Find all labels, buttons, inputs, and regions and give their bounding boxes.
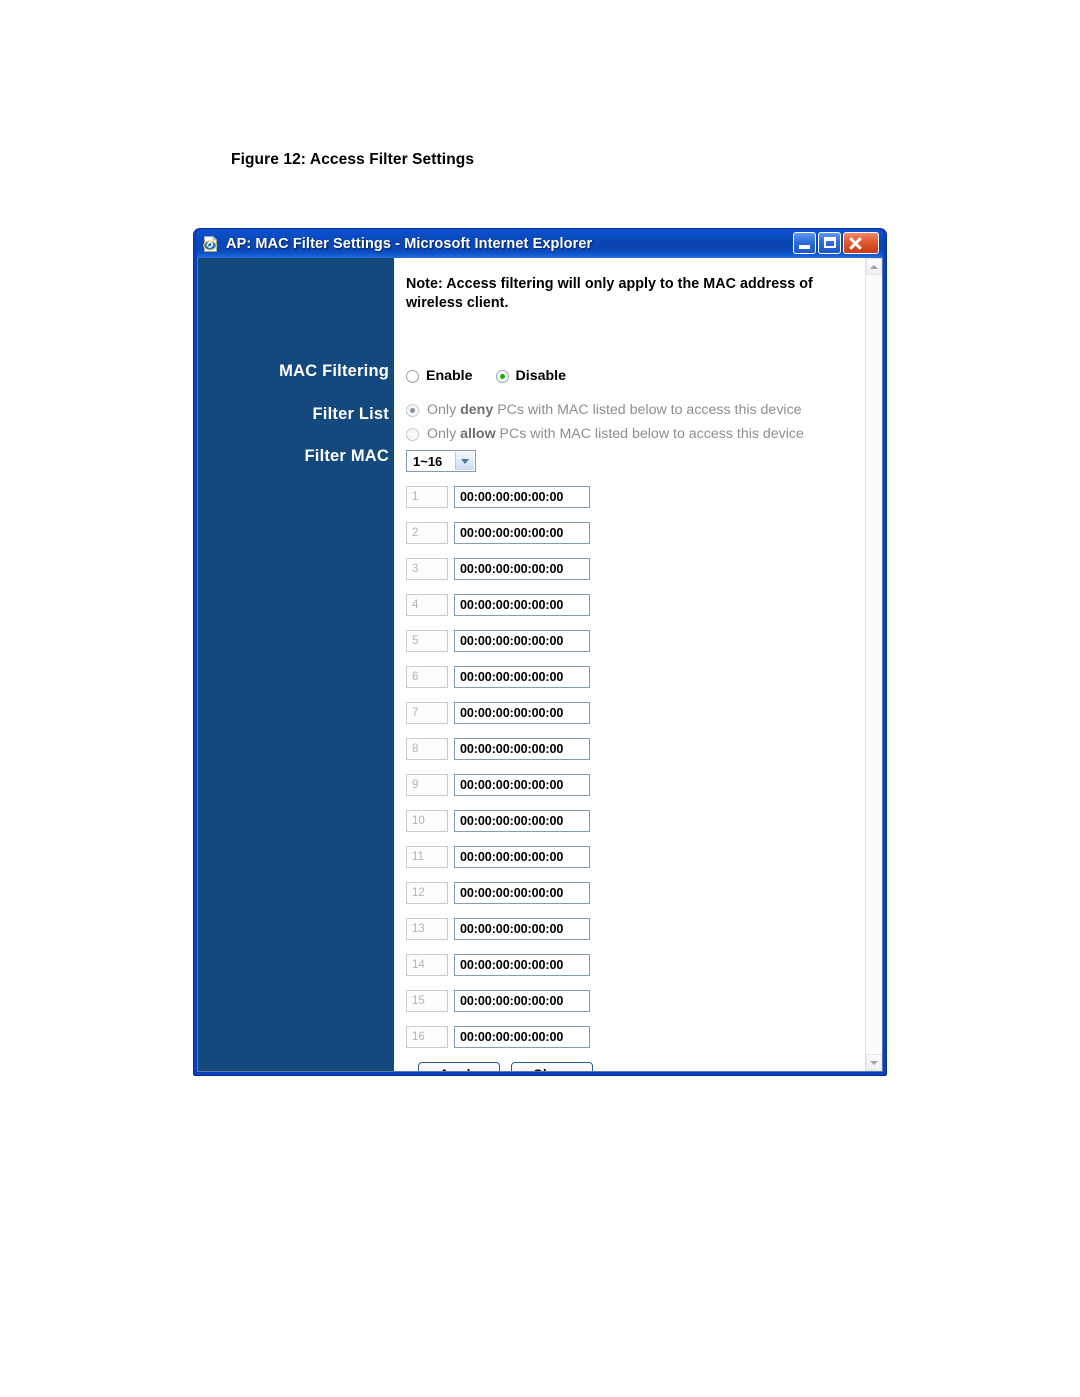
mac-entry-row: 9 00:00:00:00:00:00	[406, 774, 590, 796]
mac-entry-index: 2	[406, 522, 448, 544]
close-dialog-button[interactable]: Close	[511, 1062, 593, 1071]
figure-caption: Figure 12: Access Filter Settings	[231, 151, 475, 168]
mac-range-select[interactable]: 1~16	[406, 450, 476, 472]
mac-entry-row: 10 00:00:00:00:00:00	[406, 810, 590, 832]
sidebar-label-filter-list: Filter List	[312, 404, 389, 423]
sidebar-label-group: MAC Filtering Filter List Filter MAC	[198, 363, 394, 465]
filter-list-radio-group: Only deny PCs with MAC listed below to a…	[406, 403, 804, 451]
action-button-row: Apply Close	[418, 1062, 593, 1071]
mac-entry-row: 1 00:00:00:00:00:00	[406, 486, 590, 508]
mac-entry-row: 6 00:00:00:00:00:00	[406, 666, 590, 688]
mac-address-input[interactable]: 00:00:00:00:00:00	[454, 594, 590, 616]
mac-entry-row: 8 00:00:00:00:00:00	[406, 738, 590, 760]
mac-entry-index: 10	[406, 810, 448, 832]
radio-enable-label: Enable	[426, 368, 473, 384]
mac-entry-row: 11 00:00:00:00:00:00	[406, 846, 590, 868]
radio-only-allow[interactable]	[406, 427, 419, 441]
mac-address-input[interactable]: 00:00:00:00:00:00	[454, 990, 590, 1012]
scroll-down-button[interactable]	[866, 1054, 882, 1071]
mac-entry-list: 1 00:00:00:00:00:00 2 00:00:00:00:00:00 3 00:…	[406, 486, 590, 1062]
mac-entry-row: 2 00:00:00:00:00:00	[406, 522, 590, 544]
mac-entry-index: 8	[406, 738, 448, 760]
window-title: AP: MAC Filter Settings - Microsoft Inte…	[226, 235, 593, 252]
mac-address-input[interactable]: 00:00:00:00:00:00	[454, 918, 590, 940]
chevron-up-icon	[870, 264, 878, 269]
mac-entry-row: 14 00:00:00:00:00:00	[406, 954, 590, 976]
radio-enable[interactable]	[406, 369, 419, 383]
mac-entry-index: 12	[406, 882, 448, 904]
mac-entry-row: 12 00:00:00:00:00:00	[406, 882, 590, 904]
mac-entry-index: 5	[406, 630, 448, 652]
radio-disable[interactable]	[495, 369, 509, 383]
mac-entry-index: 9	[406, 774, 448, 796]
chevron-down-icon[interactable]	[455, 452, 474, 470]
mac-entry-row: 16 00:00:00:00:00:00	[406, 1026, 590, 1048]
mac-entry-row: 5 00:00:00:00:00:00	[406, 630, 590, 652]
mac-address-input[interactable]: 00:00:00:00:00:00	[454, 810, 590, 832]
mac-entry-index: 6	[406, 666, 448, 688]
mac-address-input[interactable]: 00:00:00:00:00:00	[454, 522, 590, 544]
mac-entry-index: 11	[406, 846, 448, 868]
browser-window: AP: MAC Filter Settings - Microsoft Inte…	[193, 228, 887, 1076]
mac-entry-index: 16	[406, 1026, 448, 1048]
mac-entry-row: 3 00:00:00:00:00:00	[406, 558, 590, 580]
mac-entry-row: 7 00:00:00:00:00:00	[406, 702, 590, 724]
internet-explorer-page-icon	[202, 235, 220, 253]
mac-address-input[interactable]: 00:00:00:00:00:00	[454, 774, 590, 796]
mac-address-input[interactable]: 00:00:00:00:00:00	[454, 882, 590, 904]
minimize-button[interactable]	[793, 232, 816, 254]
main-content: Note: Access filtering will only apply t…	[394, 258, 882, 1071]
sidebar-label-mac-filtering: MAC Filtering	[279, 362, 389, 380]
mac-entry-index: 13	[406, 918, 448, 940]
mac-entry-index: 1	[406, 486, 448, 508]
mac-address-input[interactable]: 00:00:00:00:00:00	[454, 666, 590, 688]
mac-entry-row: 4 00:00:00:00:00:00	[406, 594, 590, 616]
mac-address-input[interactable]: 00:00:00:00:00:00	[454, 630, 590, 652]
maximize-button[interactable]	[818, 232, 841, 254]
mac-address-input[interactable]: 00:00:00:00:00:00	[454, 702, 590, 724]
radio-disable-label: Disable	[515, 368, 566, 384]
radio-only-deny[interactable]	[406, 403, 419, 417]
mac-address-input[interactable]: 00:00:00:00:00:00	[454, 954, 590, 976]
window-titlebar: AP: MAC Filter Settings - Microsoft Inte…	[197, 229, 883, 258]
mac-entry-index: 15	[406, 990, 448, 1012]
maximize-icon	[824, 237, 836, 248]
chevron-down-icon	[870, 1060, 878, 1065]
window-controls	[793, 232, 879, 254]
scroll-up-button[interactable]	[866, 258, 882, 275]
mac-filtering-radio-group: Enable Disable	[406, 368, 566, 384]
mac-entry-index: 3	[406, 558, 448, 580]
chevron-glyph	[461, 458, 469, 464]
sidebar: MAC Filtering Filter List Filter MAC	[198, 258, 394, 1071]
mac-address-input[interactable]: 00:00:00:00:00:00	[454, 738, 590, 760]
mac-entry-index: 14	[406, 954, 448, 976]
filter-mac-range-row: 1~16	[406, 450, 476, 472]
vertical-scrollbar[interactable]	[865, 258, 882, 1071]
sidebar-label-filter-mac: Filter MAC	[304, 447, 389, 465]
filter-list-option-allow[interactable]: Only allow PCs with MAC listed below to …	[406, 427, 804, 441]
mac-address-input[interactable]: 00:00:00:00:00:00	[454, 846, 590, 868]
mac-entry-index: 7	[406, 702, 448, 724]
close-button[interactable]	[843, 232, 879, 254]
mac-address-input[interactable]: 00:00:00:00:00:00	[454, 486, 590, 508]
mac-entry-row: 15 00:00:00:00:00:00	[406, 990, 590, 1012]
mac-range-select-value: 1~16	[413, 453, 443, 469]
mac-entry-index: 4	[406, 594, 448, 616]
note-text: Note: Access filtering will only apply t…	[406, 276, 813, 311]
mac-entry-row: 13 00:00:00:00:00:00	[406, 918, 590, 940]
minimize-icon	[799, 245, 810, 249]
radio-only-deny-label: Only deny PCs with MAC listed below to a…	[427, 402, 802, 418]
radio-only-allow-label: Only allow PCs with MAC listed below to …	[427, 426, 804, 443]
window-client-area: MAC Filtering Filter List Filter MAC Not…	[197, 258, 883, 1072]
apply-button[interactable]: Apply	[418, 1062, 500, 1071]
filter-list-option-deny[interactable]: Only deny PCs with MAC listed below to a…	[406, 403, 804, 417]
mac-address-input[interactable]: 00:00:00:00:00:00	[454, 558, 590, 580]
mac-address-input[interactable]: 00:00:00:00:00:00	[454, 1026, 590, 1048]
